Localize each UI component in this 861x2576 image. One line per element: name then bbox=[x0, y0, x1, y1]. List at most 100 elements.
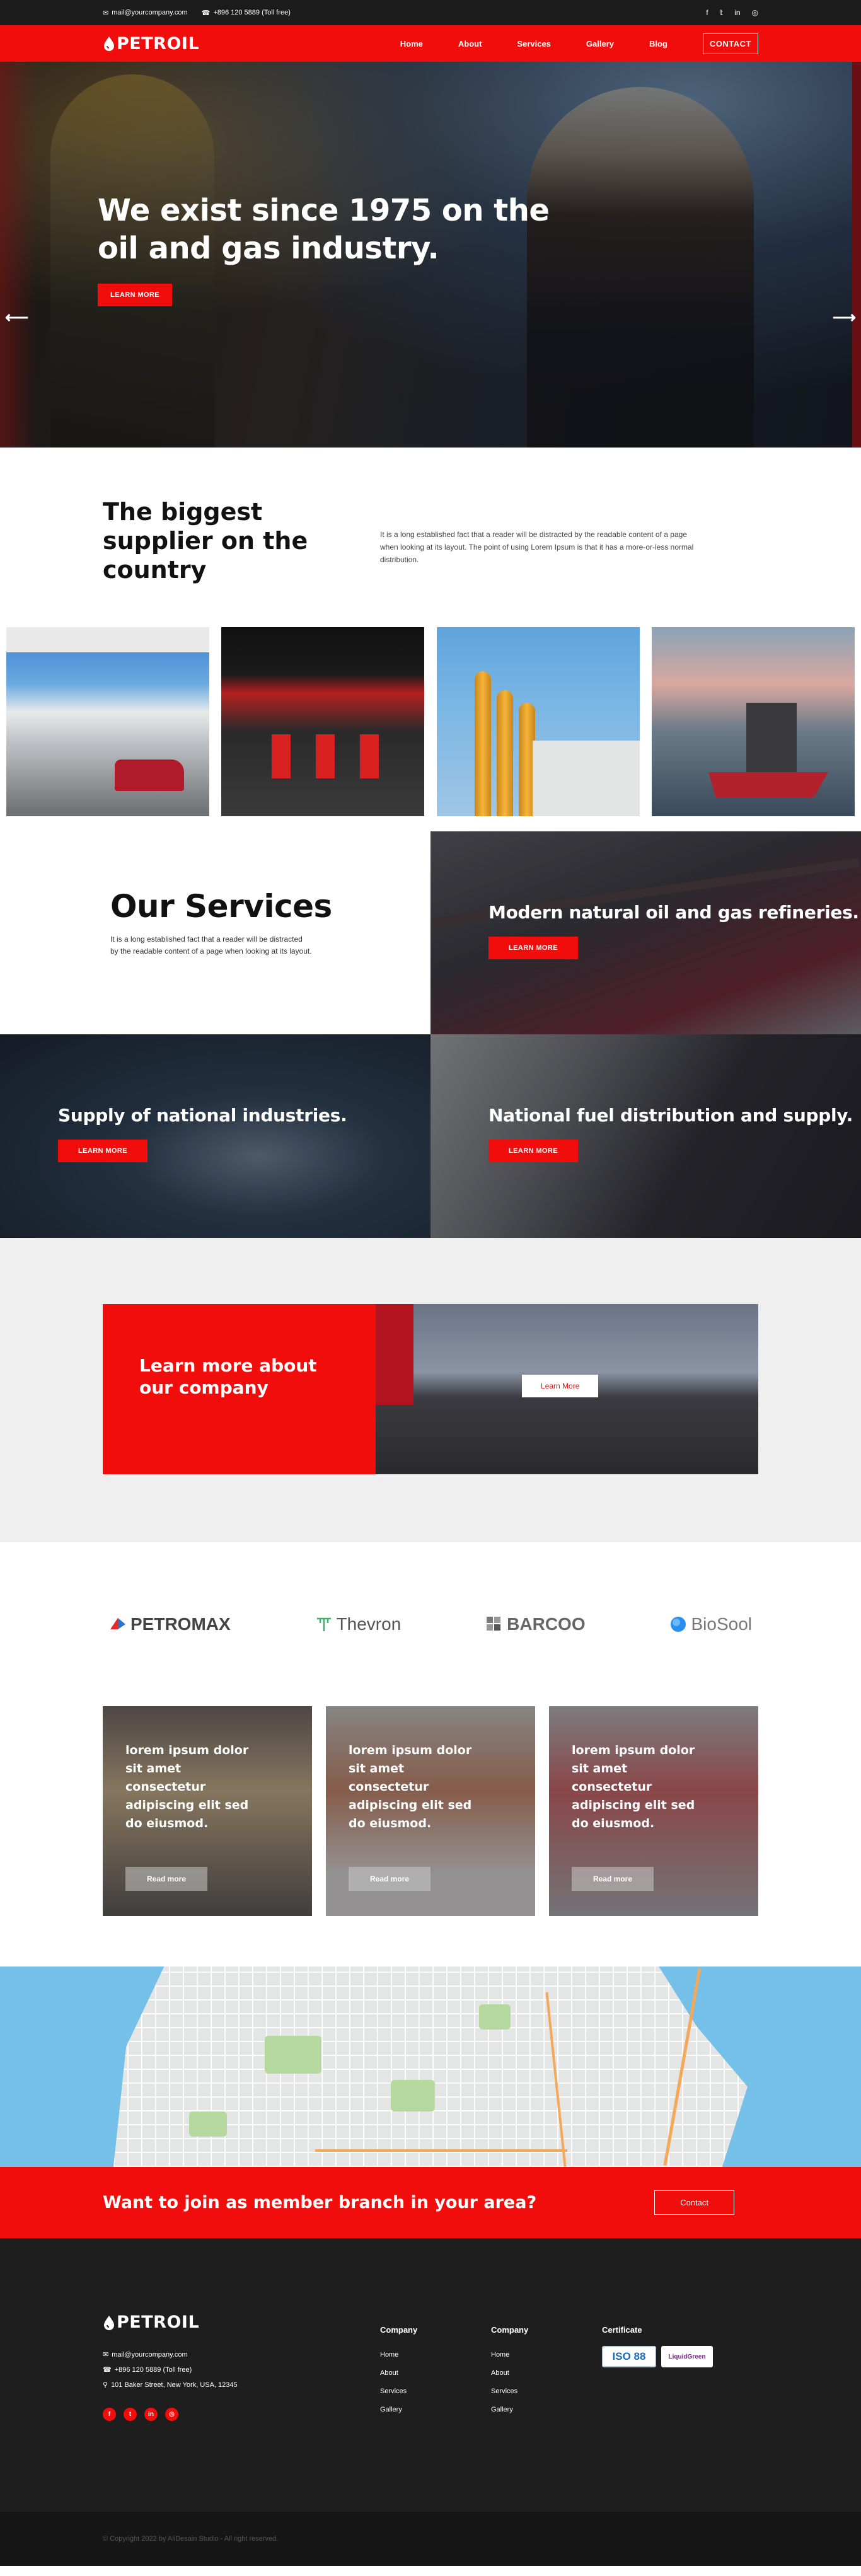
gallery-image-ship[interactable] bbox=[651, 627, 855, 816]
footer-link[interactable]: Services bbox=[491, 2383, 602, 2401]
footer-link[interactable]: Gallery bbox=[491, 2401, 602, 2419]
copyright-bar: © Copyright 2022 by AliDesain Studio - A… bbox=[0, 2512, 861, 2566]
read-more-button[interactable]: Read more bbox=[572, 1867, 654, 1891]
brand-logo-petromax[interactable]: PETROMAX bbox=[109, 1614, 231, 1634]
footer-link[interactable]: Services bbox=[380, 2383, 491, 2401]
blog-card: lorem ipsum dolor sit amet consectetur a… bbox=[103, 1706, 312, 1916]
member-contact-button[interactable]: Contact bbox=[654, 2190, 734, 2215]
services-intro: Our Services It is a long established fa… bbox=[0, 831, 430, 1034]
about-cta-section: Learn more about our company Learn More bbox=[0, 1238, 861, 1542]
blog-card: lorem ipsum dolor sit amet consectetur a… bbox=[326, 1706, 535, 1916]
services-text: It is a long established fact that a rea… bbox=[110, 935, 312, 956]
services-title: Our Services bbox=[110, 888, 332, 925]
cta-learn-more-button[interactable]: Learn More bbox=[522, 1375, 599, 1397]
member-cta-band: Want to join as member branch in your ar… bbox=[0, 2167, 861, 2238]
topbar-email[interactable]: ✉ mail@yourcompany.com bbox=[103, 9, 188, 17]
service-card-refineries: Modern natural oil and gas refineries. L… bbox=[430, 831, 861, 1034]
phone-icon: ☎ bbox=[201, 9, 211, 17]
read-more-button[interactable]: Read more bbox=[349, 1867, 431, 1891]
brand-logo-thevron[interactable]: Thevron bbox=[315, 1614, 401, 1634]
blog-card: lorem ipsum dolor sit amet consectetur a… bbox=[549, 1706, 758, 1916]
service-title: Modern natural oil and gas refineries. bbox=[488, 902, 859, 923]
brand-logo-barcoo[interactable]: BARCOO bbox=[485, 1614, 586, 1634]
top-bar: ✉ mail@yourcompany.com ☎ +896 120 5889 (To… bbox=[0, 0, 861, 25]
location-pin-icon: ⚲ bbox=[103, 2381, 108, 2389]
hero-learn-more-button[interactable]: LEARN MORE bbox=[98, 284, 172, 306]
linkedin-icon[interactable]: in bbox=[144, 2408, 158, 2421]
instagram-icon[interactable]: ◎ bbox=[752, 8, 758, 17]
blog-card-title: lorem ipsum dolor sit amet consectetur a… bbox=[572, 1743, 695, 1830]
blog-cards: lorem ipsum dolor sit amet consectetur a… bbox=[0, 1706, 861, 1967]
gallery-image-gas-station[interactable] bbox=[6, 627, 209, 816]
hero-title: We exist since 1975 on the oil and gas i… bbox=[98, 193, 550, 266]
nav-gallery[interactable]: Gallery bbox=[586, 39, 614, 49]
copyright-text: © Copyright 2022 by AliDesain Studio - A… bbox=[103, 2535, 279, 2543]
facebook-icon[interactable]: f bbox=[706, 8, 708, 17]
arrow-right-icon[interactable]: ⟶ bbox=[833, 308, 856, 327]
petromax-logo-icon bbox=[110, 1618, 125, 1629]
oil-drop-icon bbox=[104, 2315, 114, 2330]
nav-blog[interactable]: Blog bbox=[649, 39, 667, 49]
service-card-industries: Supply of national industries. LEARN MOR… bbox=[0, 1034, 430, 1238]
biosool-logo-icon bbox=[671, 1617, 686, 1632]
twitter-icon[interactable]: t bbox=[124, 2408, 137, 2421]
footer-phone[interactable]: ☎ +896 120 5889 (Toll free) bbox=[103, 2362, 380, 2377]
footer-logo[interactable]: PETROIL bbox=[103, 2313, 380, 2332]
facebook-icon[interactable]: f bbox=[103, 2408, 116, 2421]
nav-services[interactable]: Services bbox=[517, 39, 551, 49]
arrow-left-icon[interactable]: ⟵ bbox=[5, 308, 28, 327]
oil-drop-icon bbox=[104, 37, 114, 51]
nav-contact-button[interactable]: CONTACT bbox=[702, 33, 758, 54]
mail-icon: ✉ bbox=[103, 9, 109, 17]
footer-column-company-2: Company Home About Services Gallery bbox=[491, 2313, 602, 2421]
service-learn-more-button[interactable]: LEARN MORE bbox=[488, 1140, 578, 1162]
barcoo-logo-icon bbox=[487, 1617, 501, 1631]
service-title: Supply of national industries. bbox=[58, 1105, 347, 1126]
nav-about[interactable]: About bbox=[458, 39, 482, 49]
partner-logos: PETROMAX Thevron BARCOO BioSool bbox=[0, 1542, 861, 1706]
location-map[interactable] bbox=[0, 1967, 861, 2167]
phone-icon: ☎ bbox=[103, 2366, 112, 2374]
thevron-logo-icon bbox=[316, 1617, 331, 1631]
blog-card-title: lorem ipsum dolor sit amet consectetur a… bbox=[349, 1743, 472, 1830]
footer-link[interactable]: About bbox=[380, 2364, 491, 2383]
main-nav: PETROIL Home About Services Gallery Blog… bbox=[0, 25, 861, 62]
footer-column-title: Company bbox=[491, 2325, 529, 2335]
footer-email[interactable]: ✉ mail@yourcompany.com bbox=[103, 2347, 380, 2362]
mail-icon: ✉ bbox=[103, 2351, 109, 2359]
service-title: National fuel distribution and supply. bbox=[488, 1105, 853, 1126]
site-logo[interactable]: PETROIL bbox=[103, 34, 199, 54]
service-learn-more-button[interactable]: LEARN MORE bbox=[488, 937, 578, 959]
nav-home[interactable]: Home bbox=[400, 39, 423, 49]
member-title: Want to join as member branch in your ar… bbox=[103, 2193, 537, 2212]
photo-gallery bbox=[0, 627, 861, 816]
supplier-section: The biggest supplier on the country It i… bbox=[0, 448, 861, 627]
twitter-icon[interactable]: 𝕥 bbox=[720, 8, 724, 17]
linkedin-icon[interactable]: in bbox=[734, 8, 740, 17]
gallery-image-fuel-pumps[interactable] bbox=[221, 627, 425, 816]
services-grid: Our Services It is a long established fa… bbox=[0, 831, 861, 1238]
cta-image-refinery: Learn More bbox=[376, 1304, 758, 1474]
liquidgreen-certificate-badge: LiquidGreen bbox=[661, 2346, 713, 2367]
instagram-icon[interactable]: ◎ bbox=[165, 2408, 178, 2421]
hero-slider: We exist since 1975 on the oil and gas i… bbox=[0, 62, 861, 448]
topbar-phone[interactable]: ☎ +896 120 5889 (Toll free) bbox=[202, 9, 291, 17]
gallery-image-pipes[interactable] bbox=[436, 627, 640, 816]
service-card-fuel-distribution: National fuel distribution and supply. L… bbox=[430, 1034, 861, 1238]
site-footer: PETROIL ✉ mail@yourcompany.com ☎ +896 120 … bbox=[0, 2238, 861, 2512]
supplier-title: The biggest supplier on the country bbox=[103, 497, 308, 584]
footer-column-company: Company Home About Services Gallery bbox=[380, 2313, 491, 2421]
brand-logo-biosool[interactable]: BioSool bbox=[669, 1614, 752, 1634]
service-learn-more-button[interactable]: LEARN MORE bbox=[58, 1140, 147, 1162]
supplier-text: It is a long established fact that a rea… bbox=[380, 529, 694, 564]
footer-link[interactable]: About bbox=[491, 2364, 602, 2383]
blog-card-title: lorem ipsum dolor sit amet consectetur a… bbox=[125, 1743, 249, 1830]
cta-title: Learn more about our company bbox=[139, 1355, 317, 1398]
footer-column-certificate: Certificate ISO 88 LiquidGreen bbox=[602, 2313, 713, 2421]
read-more-button[interactable]: Read more bbox=[125, 1867, 208, 1891]
footer-link[interactable]: Home bbox=[491, 2346, 602, 2364]
footer-link[interactable]: Home bbox=[380, 2346, 491, 2364]
iso-certificate-badge: ISO 88 bbox=[602, 2346, 656, 2367]
footer-address: ⚲ 101 Baker Street, New York, USA, 12345 bbox=[103, 2377, 380, 2393]
footer-link[interactable]: Gallery bbox=[380, 2401, 491, 2419]
